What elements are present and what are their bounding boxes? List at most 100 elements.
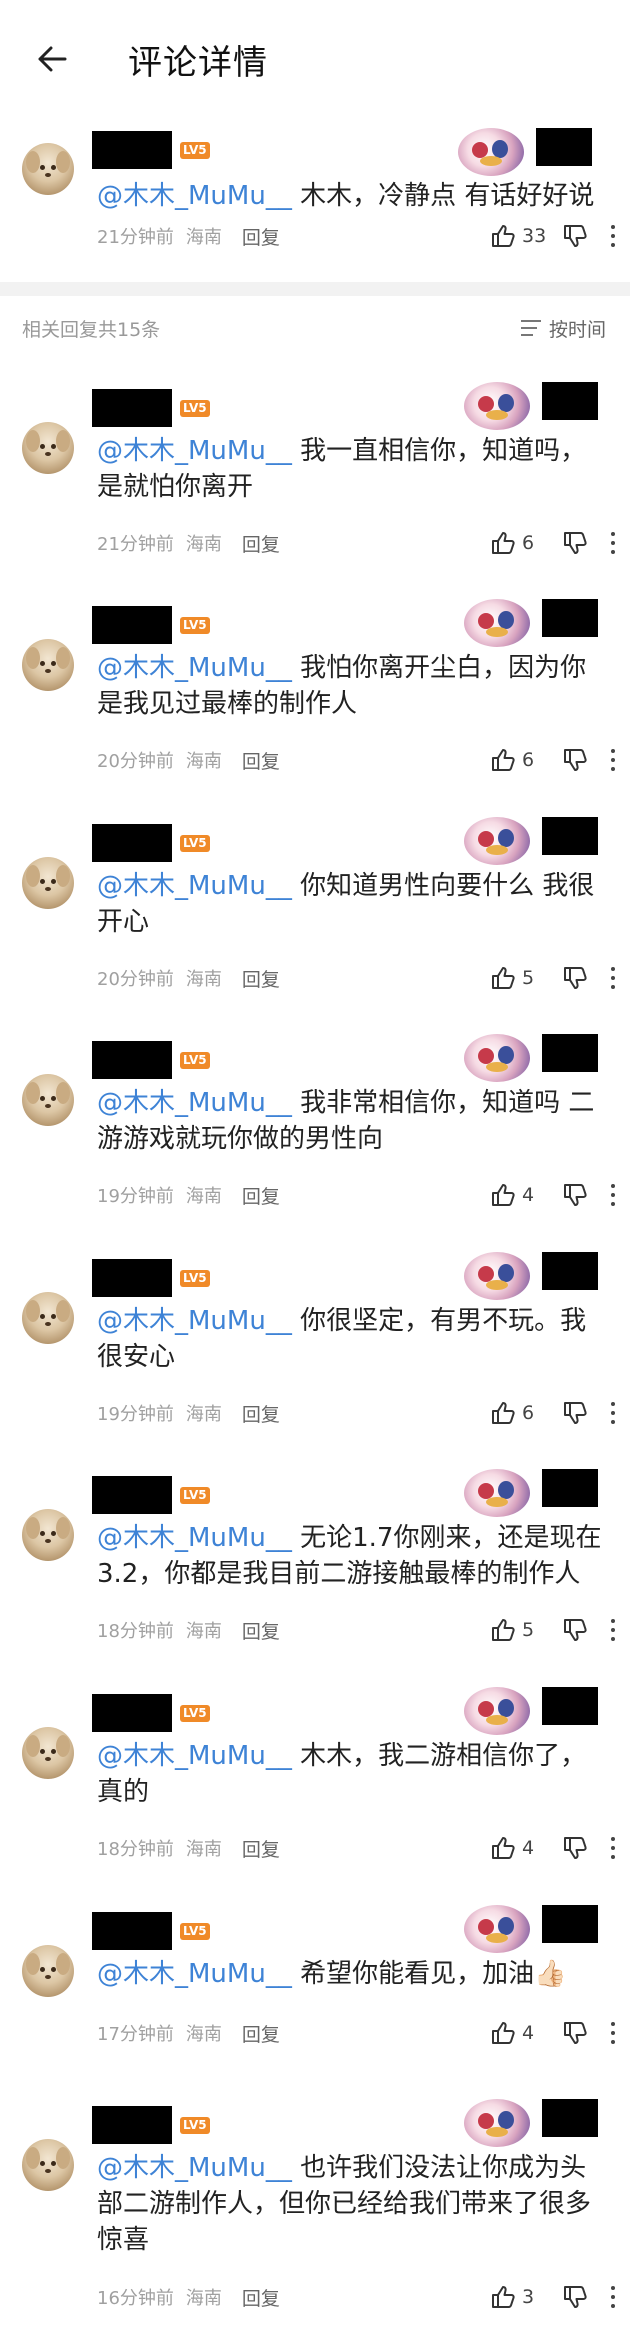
- username-redacted[interactable]: [92, 606, 172, 644]
- like-count: 4: [522, 1184, 535, 1206]
- reply-button[interactable]: 回复: [242, 2020, 280, 2047]
- like-icon[interactable]: [490, 2284, 516, 2310]
- dislike-icon[interactable]: [562, 2284, 588, 2310]
- level-badge: LV5: [180, 1486, 210, 1504]
- level-badge: LV5: [180, 1051, 210, 1069]
- avatar[interactable]: [22, 1727, 74, 1779]
- more-options-icon[interactable]: [610, 532, 616, 554]
- avatar[interactable]: [22, 1292, 74, 1344]
- avatar[interactable]: [22, 1509, 74, 1561]
- mention-link[interactable]: @木木_MuMu__: [97, 871, 292, 901]
- reply-item: LV5 @木木_MuMu__ 你知道男性向要什么 我很开心 20分钟前 海南 回…: [0, 815, 630, 1035]
- username-redacted[interactable]: [92, 2106, 172, 2144]
- reply-button[interactable]: 回复: [242, 1400, 280, 1427]
- mention-link[interactable]: @木木_MuMu__: [97, 1523, 292, 1553]
- level-badge: LV5: [180, 1704, 210, 1722]
- fan-badge-icon: [464, 817, 530, 865]
- reply-button[interactable]: 回复: [242, 747, 280, 774]
- timestamp: 21分钟前: [97, 227, 174, 248]
- reply-button[interactable]: 回复: [242, 223, 280, 250]
- dislike-icon[interactable]: [562, 1835, 588, 1861]
- like-icon[interactable]: [490, 747, 516, 773]
- username-redacted[interactable]: [92, 1912, 172, 1950]
- avatar[interactable]: [22, 2139, 74, 2191]
- comment-actions: 5: [490, 964, 616, 992]
- dislike-icon[interactable]: [562, 747, 588, 773]
- reply-button[interactable]: 回复: [242, 1617, 280, 1644]
- dislike-icon[interactable]: [562, 530, 588, 556]
- more-options-icon[interactable]: [610, 967, 616, 989]
- timestamp: 21分钟前: [97, 534, 174, 555]
- dislike-icon[interactable]: [562, 1182, 588, 1208]
- decoration-redacted: [542, 1905, 598, 1943]
- username-row: LV5: [92, 1258, 210, 1298]
- reply-button[interactable]: 回复: [242, 530, 280, 557]
- comment-meta: 16分钟前 海南 回复 3: [97, 2283, 630, 2311]
- like-icon[interactable]: [490, 1617, 516, 1643]
- sort-button[interactable]: 按时间: [520, 315, 606, 342]
- like-icon[interactable]: [490, 1400, 516, 1426]
- comment-text: @木木_MuMu__ 木木，我二游相信你了，真的: [97, 1741, 587, 1807]
- avatar[interactable]: [22, 1074, 74, 1126]
- username-redacted[interactable]: [92, 389, 172, 427]
- more-options-icon[interactable]: [610, 2286, 616, 2308]
- like-icon[interactable]: [490, 2020, 516, 2046]
- mention-link[interactable]: @木木_MuMu__: [97, 1306, 292, 1336]
- decoration-redacted: [542, 1252, 598, 1290]
- level-badge: LV5: [180, 141, 210, 159]
- like-icon[interactable]: [490, 223, 516, 249]
- reply-button[interactable]: 回复: [242, 965, 280, 992]
- comment-text: @木木_MuMu__ 希望你能看见，加油👍🏻: [97, 1959, 567, 1989]
- mention-link[interactable]: @木木_MuMu__: [97, 181, 292, 211]
- decoration-redacted: [542, 599, 598, 637]
- mention-link[interactable]: @木木_MuMu__: [97, 2153, 292, 2183]
- username-redacted[interactable]: [92, 1259, 172, 1297]
- avatar[interactable]: [22, 143, 74, 195]
- like-icon[interactable]: [490, 1182, 516, 1208]
- more-options-icon[interactable]: [610, 749, 616, 771]
- fan-badge-icon: [464, 1905, 530, 1953]
- mention-link[interactable]: @木木_MuMu__: [97, 436, 292, 466]
- more-options-icon[interactable]: [610, 1402, 616, 1424]
- avatar[interactable]: [22, 1945, 74, 1997]
- username-redacted[interactable]: [92, 824, 172, 862]
- mention-link[interactable]: @木木_MuMu__: [97, 653, 292, 683]
- avatar[interactable]: [22, 857, 74, 909]
- back-arrow-icon[interactable]: [30, 37, 74, 81]
- more-options-icon[interactable]: [610, 1184, 616, 1206]
- comment-text: @木木_MuMu__ 木木，冷静点 有话好好说: [97, 181, 595, 211]
- level-badge: LV5: [180, 1922, 210, 1940]
- dislike-icon[interactable]: [562, 965, 588, 991]
- username-redacted[interactable]: [92, 131, 172, 169]
- more-options-icon[interactable]: [610, 1619, 616, 1641]
- dislike-icon[interactable]: [562, 223, 588, 249]
- reply-button[interactable]: 回复: [242, 1182, 280, 1209]
- fan-decoration: [464, 380, 598, 432]
- username-redacted[interactable]: [92, 1476, 172, 1514]
- dislike-icon[interactable]: [562, 1400, 588, 1426]
- username-redacted[interactable]: [92, 1694, 172, 1732]
- like-icon[interactable]: [490, 1835, 516, 1861]
- dislike-icon[interactable]: [562, 1617, 588, 1643]
- reply-button[interactable]: 回复: [242, 2284, 280, 2311]
- sort-icon: [520, 320, 541, 336]
- like-count: 4: [522, 2022, 535, 2044]
- decoration-redacted: [542, 2099, 598, 2137]
- mention-link[interactable]: @木木_MuMu__: [97, 1959, 292, 1989]
- more-options-icon[interactable]: [610, 225, 616, 247]
- username-redacted[interactable]: [92, 1041, 172, 1079]
- level-badge: LV5: [180, 616, 210, 634]
- reply-button[interactable]: 回复: [242, 1835, 280, 1862]
- more-options-icon[interactable]: [610, 1837, 616, 1859]
- mention-link[interactable]: @木木_MuMu__: [97, 1088, 292, 1118]
- like-icon[interactable]: [490, 965, 516, 991]
- comment-actions: 3: [490, 2283, 616, 2311]
- like-icon[interactable]: [490, 530, 516, 556]
- avatar[interactable]: [22, 639, 74, 691]
- avatar[interactable]: [22, 422, 74, 474]
- fan-badge-icon: [464, 1034, 530, 1082]
- mention-link[interactable]: @木木_MuMu__: [97, 1741, 292, 1771]
- dislike-icon[interactable]: [562, 2020, 588, 2046]
- more-options-icon[interactable]: [610, 2022, 616, 2044]
- comment-text: @木木_MuMu__ 也许我们没法让你成为头部二游制作人，但你已经给我们带来了很…: [97, 2153, 592, 2255]
